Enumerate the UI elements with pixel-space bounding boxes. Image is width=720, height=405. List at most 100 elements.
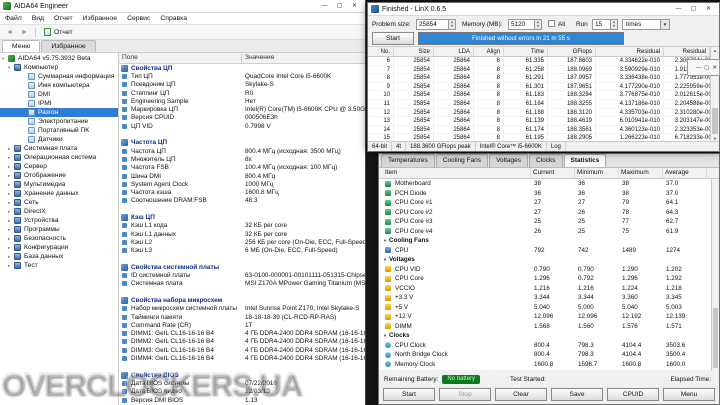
grid-column-header[interactable]: Time [504,47,548,56]
column-header-value[interactable]: Значение [242,53,365,63]
tree-item[interactable]: Портативный ПК [0,126,118,135]
list-row[interactable]: Набор микросхем системной платы Intel Sun… [119,305,365,313]
grid-column-header[interactable]: LDA [434,47,474,56]
grid-column-header[interactable]: Size [394,47,434,56]
tree-item[interactable]: ▸ Хранение данных [0,189,118,198]
stats-row[interactable]: VCCIO 1.216 1.216 1.224 1.218 [379,284,719,294]
stats-row[interactable]: CPU Core #4 26 25 75 61.9 [379,227,719,237]
column-header-minimum[interactable]: Minimum [575,168,619,178]
stats-row[interactable]: Memory Clock 1600.8 1596.7 1600.8 1600.0 [379,360,719,370]
linx-result-row[interactable]: 8 25854 25864 8 61.291 187.9957 3.336438e-010 1… [368,74,719,83]
stats-row[interactable]: CPU Clock 800.4 798.3 4104.4 3503.6 [379,341,719,351]
minimize-icon[interactable]: — [696,65,702,71]
list-row[interactable]: ID системной платы 63-0100-000001-0010111… [119,271,365,279]
tree-item[interactable]: Датчики [0,135,118,144]
save-button[interactable]: Save [551,388,603,401]
tree-item[interactable]: ▸ Операционная система [0,153,118,162]
stats-row[interactable]: CPU Core 1.296 0.792 1.296 1.292 [379,274,719,284]
tree-item[interactable]: ▸ Сеть [0,198,118,207]
tree-item[interactable]: Разгон [0,108,118,117]
tree-item[interactable]: ▸ Безопасность [0,234,118,243]
clear-button[interactable]: Clear [495,388,547,401]
tree-item[interactable]: ▸ База данных [0,252,118,261]
menu-item[interactable]: Избранное [78,13,122,25]
tree-item[interactable]: ▾ Компьютер [0,63,118,72]
list-row[interactable]: Кэш L3 6 МБ (On-Die, ECC, Full-Speed) [119,247,365,255]
stats-row[interactable]: CPU Core #2 27 26 78 64.3 [379,208,719,218]
linx-start-button[interactable]: Start [372,32,414,45]
menu-item[interactable]: Сервис [122,13,155,25]
stats-row[interactable]: Motherboard 38 36 38 37.0 [379,179,719,189]
list-row[interactable]: DIMM3: GeIL CL16-16-16 B4 4 ГБ DDR4-2400 … [119,346,365,354]
memory-spinner[interactable]: 5120 ▲ ▼ [508,19,542,30]
all-checkbox[interactable] [548,20,555,27]
run-count-spinner[interactable]: 15 ▲ ▼ [592,19,618,30]
list-row[interactable]: Частота FSB 100.4 МГц (исходная: 100 МГц) [119,164,365,172]
tab-clocks[interactable]: Clocks [529,154,563,167]
stats-row[interactable]: North Bridge Clock 800.4 798.3 4104.4 3500.4 [379,350,719,360]
list-row[interactable]: Системная плата MSI Z170A MPower Gaming T… [119,280,365,288]
tree-item[interactable]: Электропитание [0,117,118,126]
spinner-arrows-icon[interactable]: ▲ ▼ [448,20,455,29]
list-row[interactable]: DIMM4: GeIL CL16-16-16 B4 4 ГБ DDR4-2400 … [119,354,365,362]
tab-voltages[interactable]: Voltages [489,154,528,167]
menu-button[interactable]: Menu [663,388,715,401]
collapse-arrow-icon[interactable]: ▾ [381,257,389,263]
stop-button[interactable]: Stop [439,388,491,401]
linx-titlebar[interactable]: Finished - LinX 0.6.5 — ▢ ✕ [368,3,719,16]
list-row[interactable]: Шина DMI 800.4 МГц [119,172,365,180]
list-row[interactable]: Псевдоним ЦП Skylake-S [119,81,365,89]
list-row[interactable]: Тип ЦП QuadCore Intel Core i5-6600K [119,72,365,80]
list-row[interactable]: Тайминги памяти 18-18-18-39 (CL-RCD-RP-RA… [119,313,365,321]
tree-item[interactable]: ▸ DirectX [0,207,118,216]
column-header-maximum[interactable]: Maximum [619,168,663,178]
stats-row[interactable]: CPU 792 742 1489 1274 [379,246,719,256]
list-row[interactable]: DIMM2: GeIL CL16-16-16 B4 4 ГБ DDR4-2400 … [119,338,365,346]
list-row[interactable]: ЦП VID 0.7998 V [119,122,365,130]
list-row[interactable]: Дата BIOS видео 12/03/13 [119,388,365,396]
list-row[interactable]: Версия CPUID 000506E3h [119,114,365,122]
stats-row[interactable]: +12 V 12.096 12.096 12.192 12.139 [379,312,719,322]
linx-result-row[interactable]: 62585425864861.335187.86034.334622e-0102… [368,57,719,66]
tree-item[interactable]: ▸ Мультимедиа [0,180,118,189]
menu-item[interactable]: Вид [27,13,49,25]
tree-item[interactable]: ▾ AIDA64 v5.75.3932 Beta [0,54,118,63]
maximize-icon[interactable]: ▢ [332,0,347,13]
column-header-current[interactable]: Current [531,168,575,178]
tree-item[interactable]: Суммарная информация [0,72,118,81]
linx-result-row[interactable]: 11 25854 25864 8 61.184 188.3255 4.137186e-010… [368,99,719,109]
menu-item[interactable]: Справка [155,13,192,25]
scroll-up-icon[interactable]: ▲ [711,47,719,55]
spinner-arrows-icon[interactable]: ▲ ▼ [610,20,617,29]
tab-cooling-fans[interactable]: Cooling Fans [435,154,489,167]
collapse-arrow-icon[interactable]: ▾ [381,333,389,339]
forward-icon[interactable]: ► [18,29,31,36]
stats-row[interactable]: PCH Diode 36 36 38 37.0 [379,189,719,199]
log-button[interactable]: Log [547,142,566,151]
linx-result-row[interactable]: 14 25854 25864 8 61.174 188.3561 4.360123e-010… [368,125,719,135]
tab-favorites[interactable]: Избранное [41,40,96,52]
list-row[interactable]: Command Rate (CR) 1T [119,321,365,329]
tab-menu[interactable]: Меню [2,40,41,52]
list-row[interactable]: Маркировка ЦП Intel(R) Core(TM) i5-6600K … [119,105,365,113]
list-row[interactable]: Engineering Sample Нет [119,97,365,105]
start-button[interactable]: Start [383,388,435,401]
tree-item[interactable]: ▸ Системная плата [0,144,118,153]
list-row[interactable]: DIMM1: GeIL CL16-16-16 B4 4 ГБ DDR4-2400 … [119,330,365,338]
back-icon[interactable]: ◄ [3,29,16,36]
tab-statistics[interactable]: Statistics [563,154,607,167]
report-button[interactable]: Отчет [40,27,77,37]
tree-item[interactable]: ▸ Тест [0,261,118,270]
spinner-arrows-icon[interactable]: ▲ ▼ [534,20,541,29]
tree-item[interactable]: ▸ Сервер [0,162,118,171]
grid-column-header[interactable]: No. [368,47,394,56]
linx-result-row[interactable]: 10 25854 25864 8 61.183 188.3284 3.776875e-010… [368,91,719,100]
stats-row[interactable]: CPU Core #3 25 25 77 62.7 [379,217,719,227]
grid-column-header[interactable]: Residual [596,47,664,56]
linx-result-row[interactable]: 13 25854 25864 8 61.139 188.4619 6.010941e-010… [368,117,719,126]
tree-item[interactable]: IPMI [0,99,118,108]
list-row[interactable]: Соотношение DRAM:FSB 48:3 [119,197,365,205]
linx-result-row[interactable]: 9 25854 25864 8 61.301 187.9651 4.177290e-010 2… [368,82,719,92]
close-icon[interactable]: ✕ [701,3,716,16]
grid-column-header[interactable]: Residual (norm.) [664,47,710,56]
